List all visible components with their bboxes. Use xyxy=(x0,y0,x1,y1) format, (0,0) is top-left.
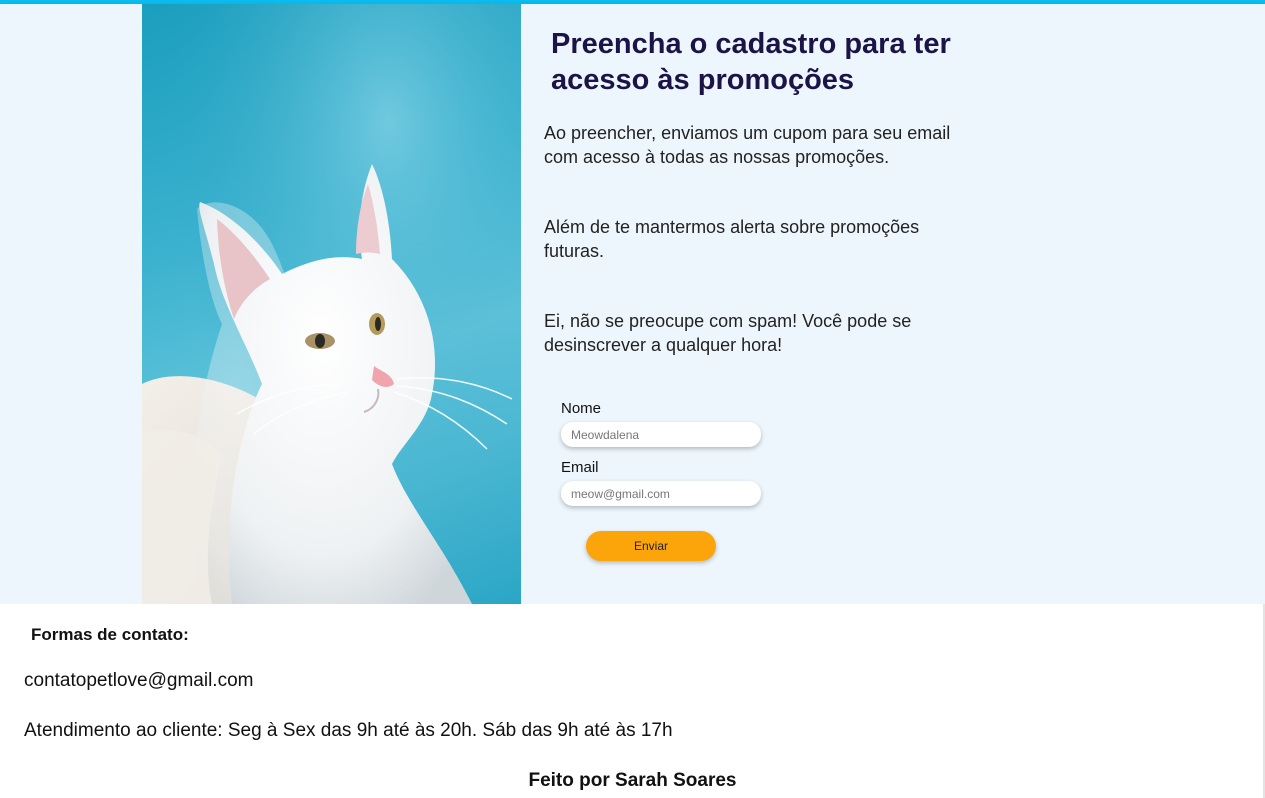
submit-button[interactable]: Enviar xyxy=(586,531,716,561)
signup-section: Preencha o cadastro para ter acesso às p… xyxy=(0,4,1265,604)
contact-email: contatopetlove@gmail.com xyxy=(24,670,254,691)
email-input[interactable] xyxy=(561,481,761,506)
intro-paragraph-spam: Ei, não se preocupe com spam! Você pode … xyxy=(544,311,912,355)
author-credit: Feito por Sarah Soares xyxy=(528,770,737,791)
name-label: Nome xyxy=(561,400,602,417)
white-cat-photo xyxy=(142,4,521,604)
name-input[interactable] xyxy=(561,422,761,447)
intro-paragraph-coupon: Ao preencher, enviamos um cupom para seu… xyxy=(544,123,951,167)
email-label: Email xyxy=(561,459,599,476)
contact-footer: Formas de contato: contatopetlove@gmail.… xyxy=(0,604,1265,798)
service-hours: Atendimento ao cliente: Seg à Sex das 9h… xyxy=(24,720,673,741)
contact-heading: Formas de contato: xyxy=(31,625,189,644)
page-title: Preencha o cadastro para ter acesso às p… xyxy=(551,28,951,96)
intro-paragraph-alerts: Além de te mantermos alerta sobre promoç… xyxy=(544,217,920,261)
